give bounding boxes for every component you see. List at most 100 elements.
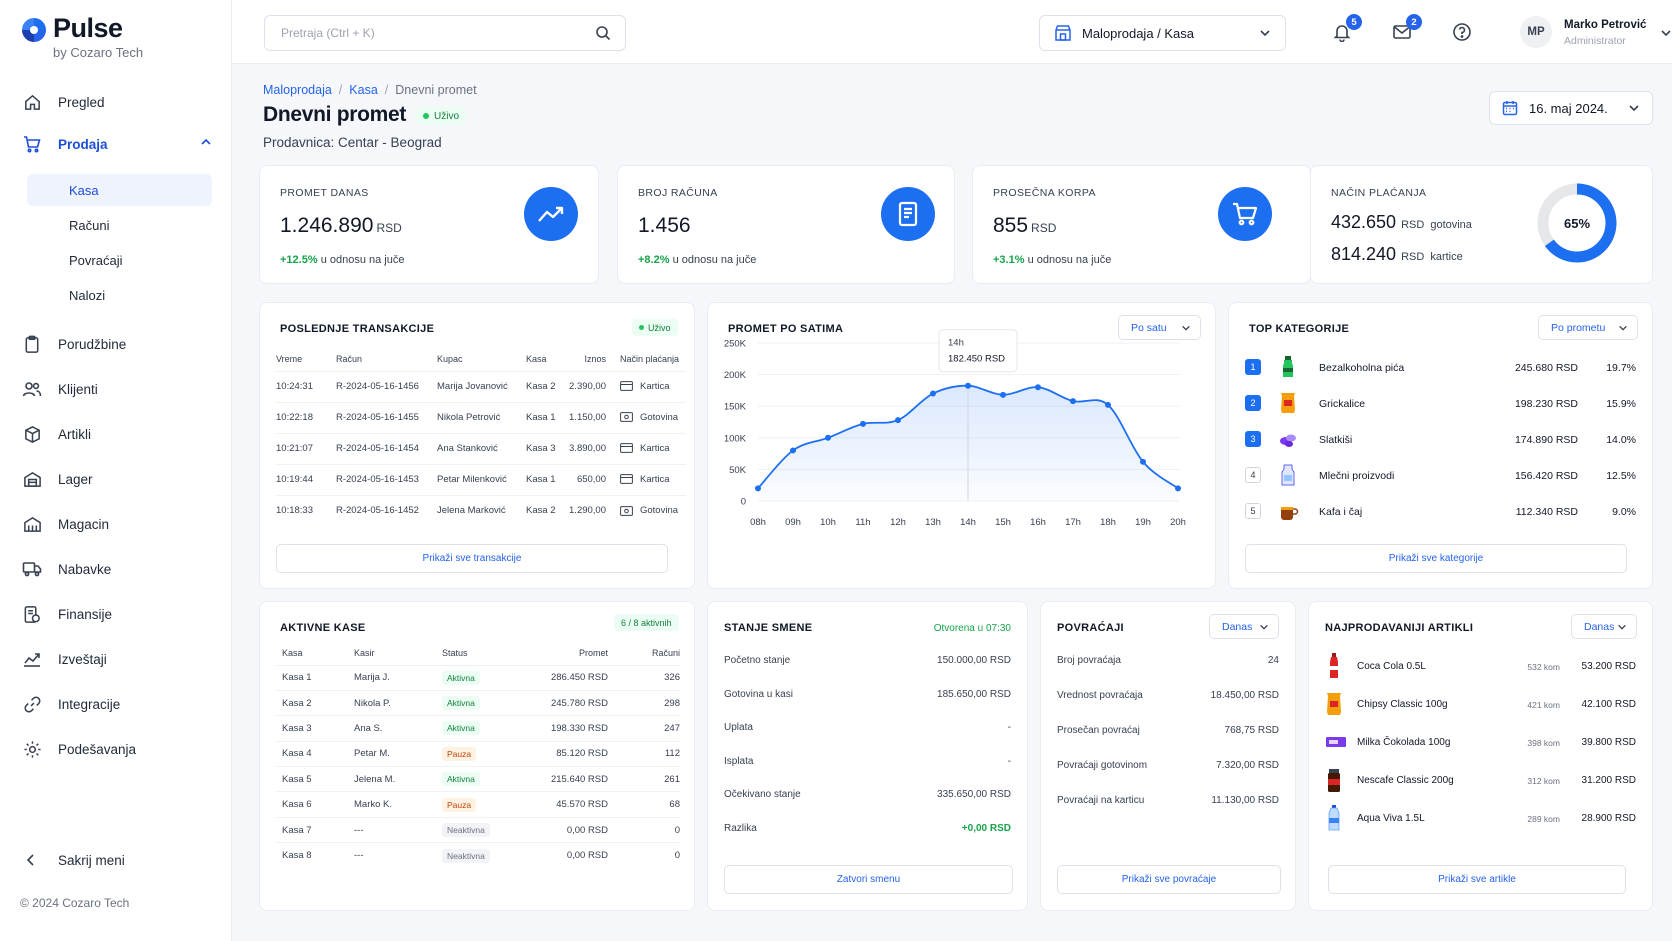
collapse-label: Sakrij meni: [58, 852, 125, 868]
chevron-up-icon[interactable]: [200, 136, 212, 148]
table-row[interactable]: Kasa 6 Marko K. Pauza 45.570 RSD 68: [276, 791, 680, 818]
status-badge: Aktivna: [442, 772, 480, 787]
product-value: 42.100 RSD: [1581, 699, 1636, 710]
table-row[interactable]: Kasa 7 --- Neaktivna 0,00 RSD 0: [276, 816, 680, 843]
categories-sort-select[interactable]: Po prometu: [1538, 315, 1638, 340]
product-row[interactable]: Milka Čokolada 100g 398 kom 39.800 RSD: [1325, 728, 1636, 758]
cell-text: 326: [664, 672, 680, 684]
x-tick-label: 16h: [1030, 517, 1046, 528]
product-row[interactable]: Chipsy Classic 100g 421 kom 42.100 RSD: [1325, 690, 1636, 720]
nav-label: Magacin: [58, 516, 110, 532]
returns-period-select[interactable]: Danas: [1209, 614, 1279, 639]
category-value: 198.230 RSD: [1514, 398, 1578, 410]
nav-item-lager[interactable]: Lager: [22, 461, 212, 497]
cell-receipts: 298: [622, 689, 680, 716]
products-period-select[interactable]: Danas: [1571, 614, 1637, 639]
search-input[interactable]: Pretraja (Ctrl + K): [264, 15, 626, 51]
breadcrumb-link-maloprodaja[interactable]: Maloprodaja: [263, 83, 332, 97]
returns-label: Vrednost povraćaja: [1057, 690, 1143, 701]
breadcrumb-link-kasa[interactable]: Kasa: [349, 83, 378, 97]
cell-time: 10:19:44: [276, 463, 336, 495]
nav-item-klijenti[interactable]: Klijenti: [22, 371, 212, 407]
top-categories-card: TOP KATEGORIJE Po prometu 1 Bezalkoholna…: [1228, 302, 1653, 589]
category-rank: 3: [1245, 431, 1261, 447]
copyright: © 2024 Cozaro Tech: [20, 896, 130, 910]
notifications-button[interactable]: 5: [1330, 14, 1362, 44]
category-row[interactable]: 1 Bezalkoholna pića 245.680 RSD 19.7%: [1245, 355, 1636, 379]
table-row[interactable]: 10:22:18 R-2024-05-16-1455 Nikola Petrović…: [276, 401, 686, 433]
show-all-transactions-button[interactable]: Prikaži sve transakcije: [276, 544, 668, 573]
cell-cashier: Ana S.: [354, 715, 442, 742]
returns-value: 768,75 RSD: [1224, 725, 1279, 736]
nav-item-integracije[interactable]: Integracije: [22, 686, 212, 722]
product-name: Nescafe Classic 200g: [1357, 775, 1454, 786]
close-shift-button[interactable]: Zatvori smenu: [724, 865, 1013, 894]
shift-value: 335.650,00 RSD: [937, 789, 1011, 800]
product-qty: 398 kom: [1527, 738, 1560, 748]
category-row[interactable]: 4 Mlečni proizvodi 156.420 RSD 12.5%: [1245, 463, 1636, 487]
table-row[interactable]: Kasa 3 Ana S. Aktivna 198.330 RSD 247: [276, 715, 680, 742]
cell-text: 245.780 RSD: [550, 697, 608, 709]
cell-register: Kasa 8: [276, 842, 354, 869]
collapse-menu-button[interactable]: Sakrij meni: [22, 852, 125, 868]
table-row[interactable]: 10:21:07 R-2024-05-16-1454 Ana Stanković Ka…: [276, 432, 686, 464]
col-header: Kasir: [354, 647, 375, 658]
topbar: Pretraja (Ctrl + K) Maloprodaja / Kasa 5…: [232, 0, 1672, 64]
table-row[interactable]: Kasa 5 Jelena M. Aktivna 215.640 RSD 261: [276, 766, 680, 792]
show-all-products-button[interactable]: Prikaži sve artikle: [1328, 865, 1626, 894]
sub-item-racuni[interactable]: Računi: [27, 209, 212, 241]
user-menu[interactable]: MP Marko Petrović Administrator: [1520, 16, 1671, 52]
kpi-label: BROJ RAČUNA: [638, 187, 718, 199]
show-all-returns-button[interactable]: Prikaži sve povraćaje: [1057, 865, 1281, 894]
nav-item-prodaja[interactable]: Prodaja: [22, 126, 212, 162]
product-row[interactable]: Coca Cola 0.5L 532 kom 53.200 RSD: [1325, 652, 1636, 682]
sub-item-nalozi[interactable]: Nalozi: [27, 279, 212, 311]
document-money-icon: [22, 604, 42, 624]
nav-item-porudzbine[interactable]: Porudžbine: [22, 326, 212, 362]
brand[interactable]: Pulse by Cozaro Tech: [20, 13, 210, 66]
cell-amount: 3.890,00: [566, 432, 612, 464]
table-row[interactable]: 10:24:31 R-2024-05-16-1456 Marija Jovanovi…: [276, 370, 686, 402]
cell-payment: Gotovina: [612, 494, 686, 526]
cell-customer: Petar Milenković: [437, 463, 526, 495]
table-row[interactable]: Kasa 2 Nikola P. Aktivna 245.780 RSD 298: [276, 689, 680, 716]
table-row[interactable]: Kasa 1 Marija J. Aktivna 286.450 RSD 326: [276, 664, 680, 691]
table-row[interactable]: Kasa 4 Petar M. Pauza 85.120 RSD 112: [276, 740, 680, 767]
brand-subtitle: by Cozaro Tech: [53, 45, 144, 60]
nav-item-pregled[interactable]: Pregled: [22, 84, 212, 120]
help-button[interactable]: [1450, 20, 1474, 44]
section-title: AKTIVNE KASE: [280, 622, 366, 634]
cell-register: Kasa 1: [526, 463, 566, 495]
sub-item-kasa[interactable]: Kasa: [27, 174, 212, 206]
live-label: Uživo: [648, 322, 671, 333]
sub-item-povracaji[interactable]: Povraćaji: [27, 244, 212, 276]
show-all-categories-button[interactable]: Prikaži sve kategorije: [1245, 544, 1627, 573]
cell-turnover: 286.450 RSD: [526, 664, 622, 691]
live-badge: Uživo: [632, 319, 678, 336]
nav-item-magacin[interactable]: Magacin: [22, 506, 212, 542]
cell-text: Jelena M.: [354, 773, 396, 785]
table-row[interactable]: 10:18:33 R-2024-05-16-1452 Jelena Marković…: [276, 494, 686, 526]
category-row[interactable]: 3 Slatkiši 174.890 RSD 14.0%: [1245, 427, 1636, 451]
nav-item-izvestaji[interactable]: Izveštaji: [22, 641, 212, 677]
store-select[interactable]: Maloprodaja / Kasa: [1039, 15, 1286, 51]
cell-receipts: 247: [622, 715, 680, 742]
warehouse-icon: [22, 469, 42, 489]
table-row[interactable]: Kasa 8 --- Neaktivna 0,00 RSD 0: [276, 842, 680, 869]
table-row[interactable]: 10:19:44 R-2024-05-16-1453 Petar Milenkovi…: [276, 463, 686, 495]
messages-button[interactable]: 2: [1390, 14, 1422, 44]
cell-text: 68: [669, 799, 680, 811]
nav-item-artikli[interactable]: Artikli: [22, 416, 212, 452]
returns-row: Vrednost povraćaja 18.450,00 RSD: [1057, 690, 1279, 701]
product-row[interactable]: Nescafe Classic 200g 312 kom 31.200 RSD: [1325, 766, 1636, 796]
category-row[interactable]: 5 Kafa i čaj 112.340 RSD 9.0%: [1245, 499, 1636, 523]
nav-item-podesavanja[interactable]: Podešavanja: [22, 731, 212, 767]
nav-item-nabavke[interactable]: Nabavke: [22, 551, 212, 587]
date-picker[interactable]: 16. maj 2024.: [1489, 91, 1653, 125]
search-icon[interactable]: [595, 25, 611, 41]
category-row[interactable]: 2 Grickalice 198.230 RSD 15.9%: [1245, 391, 1636, 415]
section-title: NAJPRODAVANIJI ARTIKLI: [1325, 622, 1474, 634]
live-dot-icon: [423, 113, 429, 119]
product-row[interactable]: Aqua Viva 1.5L 289 kom 28.900 RSD: [1325, 804, 1636, 834]
nav-item-finansije[interactable]: Finansije: [22, 596, 212, 632]
